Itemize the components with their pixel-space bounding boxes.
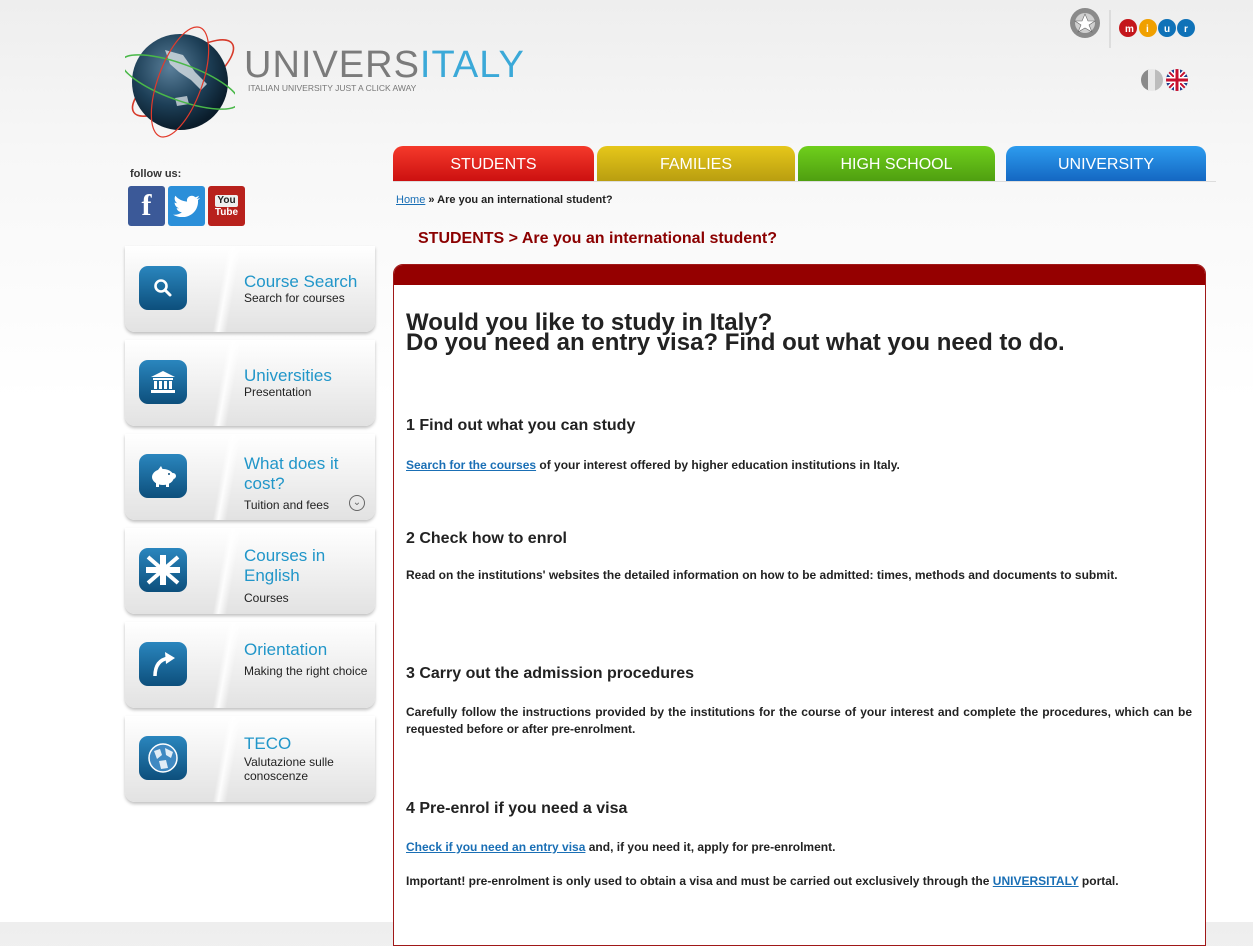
menu-swoosh-decoration — [203, 340, 243, 426]
menu-item-teco[interactable]: TECO Valutazione sulle conoscenze — [125, 716, 375, 802]
arrow-turn-icon — [139, 642, 187, 686]
breadcrumb-current: Are you an international student? — [437, 194, 613, 206]
tabs-divider — [393, 181, 1216, 182]
brand-tagline: ITALIAN UNIVERSITY JUST A CLICK AWAY — [248, 83, 417, 93]
menu-item-title: Course Search — [244, 272, 358, 291]
menu-swoosh-decoration — [203, 716, 243, 802]
menu-item-title: Courses in English — [244, 546, 326, 585]
step-3-text: Carefully follow the instructions provid… — [406, 705, 1192, 736]
main-heading: Would you like to study in Italy? Do you… — [406, 311, 1186, 356]
menu-item-title: TECO — [244, 734, 292, 753]
ministry-and-language-icons: m i u r — [1070, 8, 1195, 92]
miur-logo-icon[interactable]: m i u r — [1119, 19, 1195, 37]
youtube-icon[interactable]: You Tube — [208, 186, 245, 226]
search-icon — [139, 266, 187, 310]
breadcrumb-separator: » — [425, 194, 438, 206]
step-4-title: 4 Pre-enrol if you need a visa — [406, 800, 628, 817]
breadcrumb: Home » Are you an international student? — [396, 194, 613, 206]
italy-flag-icon[interactable] — [1141, 69, 1163, 91]
facebook-icon[interactable]: f — [128, 186, 165, 226]
menu-item-subtitle: Making the right choice — [244, 664, 368, 678]
menu-item-orientation[interactable]: Orientation Making the right choice — [125, 622, 375, 708]
breadcrumb-home-link[interactable]: Home — [396, 194, 425, 206]
content-header-bar — [394, 265, 1205, 285]
menu-item-universities[interactable]: Universities Presentation — [125, 340, 375, 426]
menu-swoosh-decoration — [203, 246, 243, 332]
menu-swoosh-decoration — [203, 528, 243, 614]
menu-item-title: What does it cost? — [244, 454, 339, 493]
step-3-title: 3 Carry out the admission procedures — [406, 665, 695, 682]
tab-university[interactable]: UNIVERSITY — [1006, 146, 1206, 181]
piggy-bank-icon — [139, 454, 187, 498]
menu-item-subtitle: Courses — [244, 591, 289, 605]
menu-item-subtitle: Search for courses — [244, 291, 345, 305]
uk-flag-icon[interactable] — [1165, 68, 1189, 92]
content-panel: Would you like to study in Italy? Do you… — [393, 264, 1206, 946]
step-4-body: and, if you need it, apply for pre-enrol… — [585, 840, 836, 854]
twitter-icon[interactable] — [168, 186, 205, 226]
menu-item-subtitle: Valutazione sulle conoscenze — [244, 755, 334, 783]
page-title: STUDENTS > Are you an international stud… — [418, 230, 777, 247]
tab-families[interactable]: FAMILIES — [597, 146, 795, 181]
step-1-title: 1 Find out what you can study — [406, 417, 636, 434]
menu-item-title: Orientation — [244, 640, 328, 659]
step-2-text: Read on the institutions' websites the d… — [406, 568, 1118, 582]
social-links: f You Tube — [128, 186, 245, 226]
step-4-text: Check if you need an entry visa and, if … — [406, 839, 1192, 856]
pre-enrolment-note-end: portal. — [1078, 874, 1119, 888]
menu-item-what-does-it-cost[interactable]: What does it cost? Tuition and fees ⌄ — [125, 434, 375, 520]
step-1-text: Search for the courses of your interest … — [406, 457, 1192, 474]
search-courses-link[interactable]: Search for the courses — [406, 458, 536, 472]
youtube-you-text: You — [215, 194, 238, 207]
main-heading-line2: Do you need an entry visa? Find out what… — [406, 329, 1065, 356]
menu-item-subtitle: Presentation — [244, 385, 312, 399]
universitaly-globe-logo[interactable] — [125, 10, 235, 150]
globe-icon — [139, 736, 187, 780]
italian-republic-emblem-icon[interactable] — [1070, 8, 1100, 38]
facebook-glyph: f — [141, 189, 152, 222]
pre-enrolment-note: Important! pre-enrolment is only used to… — [406, 873, 1192, 890]
youtube-tube-text: Tube — [214, 206, 239, 218]
svg-text:u: u — [1164, 24, 1170, 35]
svg-text:i: i — [1146, 24, 1149, 35]
follow-us-label: follow us: — [130, 168, 182, 180]
menu-swoosh-decoration — [203, 434, 243, 520]
svg-text:r: r — [1184, 24, 1188, 35]
universitaly-portal-link[interactable]: UNIVERSITALY — [993, 874, 1079, 888]
pre-enrolment-note-text: Important! pre-enrolment is only used to… — [406, 874, 993, 888]
step-2-title: 2 Check how to enrol — [406, 530, 567, 547]
menu-item-course-search[interactable]: Course Search Search for courses — [125, 246, 375, 332]
union-jack-icon — [139, 548, 187, 592]
chevron-down-icon[interactable]: ⌄ — [349, 495, 365, 511]
tab-students[interactable]: STUDENTS — [393, 146, 594, 181]
step-1-body: of your interest offered by higher educa… — [536, 458, 900, 472]
menu-item-title: Universities — [244, 366, 332, 385]
brand-name-part2: ITALY — [419, 44, 525, 86]
building-icon — [139, 360, 187, 404]
menu-swoosh-decoration — [203, 622, 243, 708]
tab-high-school[interactable]: HIGH SCHOOL — [798, 146, 995, 181]
menu-item-courses-in-english[interactable]: Courses in English Courses — [125, 528, 375, 614]
brand-name-part1: UNIVERS — [244, 44, 420, 86]
svg-text:m: m — [1125, 24, 1134, 35]
twitter-bird-icon — [172, 195, 200, 217]
brand-title[interactable]: UNIVERSITALY ITALIAN UNIVERSITY JUST A C… — [244, 44, 525, 92]
check-entry-visa-link[interactable]: Check if you need an entry visa — [406, 840, 585, 854]
